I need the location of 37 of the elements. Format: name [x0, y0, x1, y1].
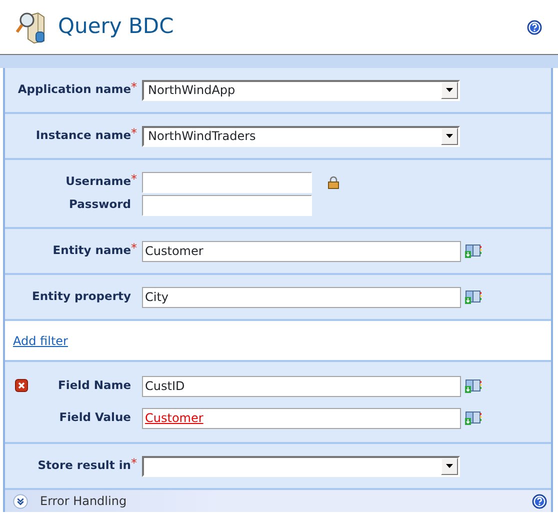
input-field[interactable]: CustID	[142, 376, 461, 396]
field-label: Instance name	[36, 127, 131, 144]
book-lookup-icon[interactable]	[465, 290, 482, 304]
help-icon[interactable]	[532, 494, 547, 508]
remove-icon[interactable]	[15, 379, 28, 392]
dropdown-caret-icon[interactable]	[441, 128, 458, 144]
dropdown-field[interactable]: NorthWindApp	[142, 80, 460, 100]
field-label: Field Value	[59, 409, 131, 426]
field-label: Entity property	[32, 288, 131, 306]
input-field[interactable]: Customer	[142, 240, 461, 262]
page-title: Query BDC	[58, 13, 174, 40]
book-lookup-icon[interactable]	[465, 379, 482, 393]
field-label: Application name	[18, 81, 131, 98]
required-mark: *	[131, 455, 138, 472]
field-label: Username	[66, 173, 131, 190]
required-mark: *	[131, 125, 138, 142]
dropdown-field[interactable]: NorthWindTraders	[142, 126, 460, 146]
book-lookup-icon[interactable]	[465, 244, 482, 258]
dropdown-caret-icon[interactable]	[441, 82, 458, 98]
required-mark: *	[131, 240, 138, 258]
input-field[interactable]: Customer	[142, 408, 461, 428]
field-label: Field Name	[58, 377, 131, 394]
add-filter-link[interactable]: Add filter	[13, 334, 68, 348]
dropdown-field[interactable]	[142, 456, 460, 476]
input-field[interactable]	[142, 172, 312, 192]
field-label: Password	[69, 196, 131, 214]
dropdown-caret-icon[interactable]	[441, 458, 458, 474]
field-label: Entity name	[52, 242, 131, 260]
help-icon[interactable]	[527, 20, 542, 34]
field-label: Store result in	[38, 457, 131, 474]
section-title: Error Handling	[40, 493, 127, 510]
input-field[interactable]: City	[142, 286, 461, 308]
book-lookup-icon[interactable]	[465, 411, 482, 425]
required-mark: *	[131, 79, 138, 96]
required-mark: *	[131, 171, 138, 188]
input-field[interactable]	[142, 194, 312, 216]
chevron-icon[interactable]	[13, 494, 28, 508]
